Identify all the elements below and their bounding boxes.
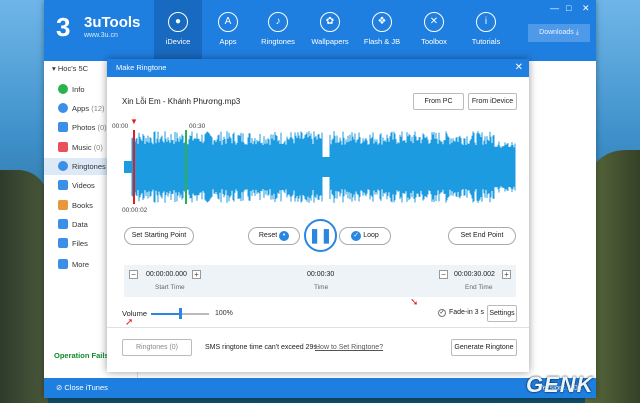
set-starting-point-button[interactable]: Set Starting Point [124, 227, 194, 245]
top-navbar: 3 3uTools www.3u.cn ● iDevice A Apps ♪ R… [44, 0, 596, 61]
from-idevice-button[interactable]: From iDevice [468, 93, 517, 110]
sidebar-item-data[interactable]: Data [58, 216, 88, 233]
check-icon: ✓ [438, 309, 446, 317]
nav-flash-jb[interactable]: ❖ Flash & JB [358, 0, 406, 61]
start-marker[interactable] [133, 130, 135, 204]
tools-icon: ✕ [424, 12, 444, 32]
nav-idevice[interactable]: ● iDevice [154, 0, 202, 61]
reset-button[interactable]: Reset • [248, 227, 300, 245]
pause-button[interactable]: ❚❚ [304, 219, 337, 252]
maximize-icon[interactable]: □ [566, 3, 571, 13]
annotation-arrow-icon: ➘ [410, 297, 419, 308]
sidebar-item-videos[interactable]: Videos [58, 177, 95, 194]
app-store-icon: A [218, 12, 238, 32]
nav-toolbox[interactable]: ✕ Toolbox [410, 0, 458, 61]
sidebar-item-apps[interactable]: Apps (12) [58, 100, 105, 117]
ringtones-button[interactable]: Ringtones (0) [122, 339, 192, 356]
time-label-start: 00:00 [112, 123, 129, 130]
minimize-icon[interactable]: — [550, 3, 559, 13]
sms-notice: SMS ringtone time can't exceed 29s. [205, 344, 319, 351]
brand-name: 3uTools [84, 14, 141, 31]
start-minus-button[interactable]: − [129, 270, 138, 279]
dialog-title: Make Ringtone [107, 59, 529, 77]
end-time-value: 00:00:30.002 [454, 271, 495, 278]
end-time-caption: End Time [465, 284, 493, 291]
sidebar-item-info[interactable]: Info [58, 81, 85, 98]
playhead-position: 00:00:02 [122, 207, 148, 214]
apps-icon [58, 103, 68, 113]
box-icon: ❖ [372, 12, 392, 32]
divider [107, 327, 529, 328]
nav-apps[interactable]: A Apps [204, 0, 252, 61]
file-name: Xin Lỗi Em - Khánh Phương.mp3 [122, 97, 241, 106]
video-icon [58, 180, 68, 190]
start-time-value: 00:00:00.000 [146, 271, 187, 278]
nav-label: Toolbox [421, 37, 447, 46]
apple-icon: ● [168, 12, 188, 32]
time-panel: − 00:00:00.000 + Start Time 00:00:30 Tim… [124, 265, 516, 297]
flower-icon: ✿ [320, 12, 340, 32]
sidebar-item-photos[interactable]: Photos (0) [58, 119, 107, 136]
nav-ringtones[interactable]: ♪ Ringtones [254, 0, 302, 61]
nav-label: iDevice [165, 37, 191, 46]
close-itunes-button[interactable]: ⊘ Close iTunes [56, 378, 108, 398]
volume-fill [151, 313, 180, 315]
start-time-caption: Start Time [155, 284, 185, 291]
end-plus-button[interactable]: + [502, 270, 511, 279]
info-icon: i [476, 12, 496, 32]
volume-percent: 100% [215, 310, 233, 317]
sidebar-item-more[interactable]: More [58, 256, 89, 273]
sidebar-item-music[interactable]: Music (0) [58, 139, 103, 156]
3utools-logo-icon: 3 [56, 12, 71, 42]
time-caption: Time [314, 284, 329, 291]
data-icon [58, 219, 68, 229]
close-window-icon[interactable]: ✕ [582, 3, 590, 14]
nav-label: Tutorials [471, 37, 501, 46]
make-ringtone-dialog: Make Ringtone ✕ Xin Lỗi Em - Khánh Phươn… [107, 59, 529, 372]
downloads-button[interactable]: Downloads ⤓ [528, 24, 590, 42]
start-plus-button[interactable]: + [192, 270, 201, 279]
time-value: 00:00:30 [307, 271, 335, 278]
nav-label: Ringtones [261, 37, 295, 46]
playhead-icon[interactable]: ▼ [130, 117, 138, 126]
left-rock [0, 170, 48, 403]
bell-icon [58, 161, 68, 171]
volume-knob[interactable] [179, 308, 182, 319]
nav-label: Flash & JB [363, 37, 401, 46]
set-end-point-button[interactable]: Set End Point [448, 227, 516, 245]
info-icon [58, 84, 68, 94]
fade-in-checkbox[interactable]: ✓ Fade-in 3 s [438, 309, 484, 317]
sidebar-item-books[interactable]: Books [58, 197, 93, 214]
end-marker[interactable] [185, 130, 187, 204]
genk-watermark: GENK [526, 372, 594, 397]
music-icon [58, 142, 68, 152]
from-pc-button[interactable]: From PC [413, 93, 464, 110]
end-minus-button[interactable]: − [439, 270, 448, 279]
nav-wallpapers[interactable]: ✿ Wallpapers [306, 0, 354, 61]
check-icon: ✓ [351, 231, 362, 241]
how-to-set-ringtone-link[interactable]: How to Set Ringtone? [315, 344, 383, 351]
nav-label: Apps [219, 37, 237, 46]
more-icon [58, 259, 68, 269]
folder-icon [58, 238, 68, 248]
waveform[interactable] [124, 130, 516, 204]
generate-ringtone-button[interactable]: Generate Ringtone [451, 339, 517, 356]
time-label-30: 00:30 [189, 123, 206, 130]
photos-icon [58, 122, 68, 132]
reset-dot-icon: • [279, 231, 290, 241]
nav-tutorials[interactable]: i Tutorials [462, 0, 510, 61]
settings-button[interactable]: Settings [487, 305, 517, 322]
loop-button[interactable]: ✓ Loop [339, 227, 391, 245]
device-selector[interactable]: ▾ Hoc's 5C [52, 61, 88, 76]
brand-url: www.3u.cn [84, 32, 118, 39]
book-icon [58, 200, 68, 210]
close-icon[interactable]: ✕ [515, 59, 523, 77]
status-bar: ⊘ Close iTunes Version: 2.02 [44, 378, 596, 398]
sidebar-item-files[interactable]: Files [58, 235, 88, 252]
nav-label: Wallpapers [311, 37, 349, 46]
bell-icon: ♪ [268, 12, 288, 32]
